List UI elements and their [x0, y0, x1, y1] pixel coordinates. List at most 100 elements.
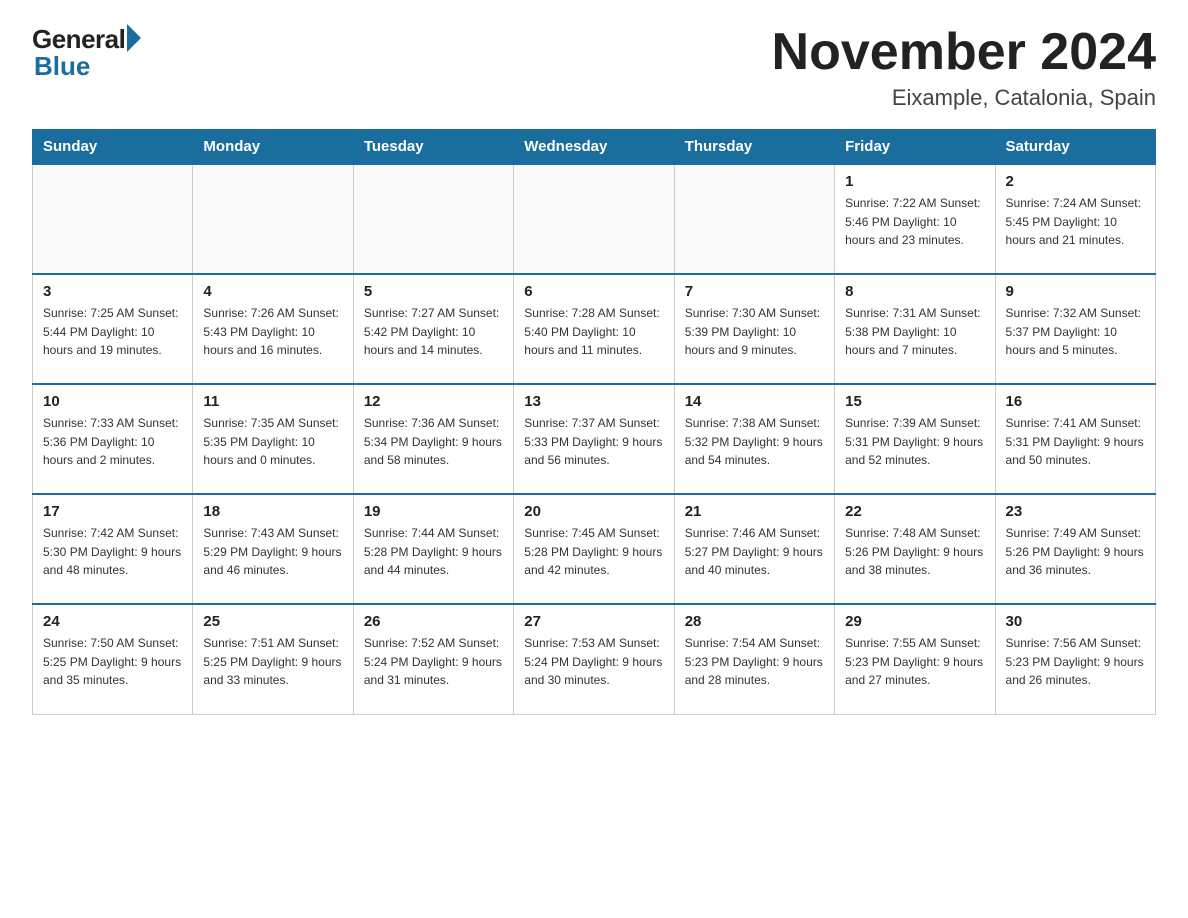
calendar-cell: 19 Sunrise: 7:44 AM Sunset: 5:28 PM Dayli… — [353, 494, 513, 604]
day-info: Sunrise: 7:53 AM Sunset: 5:24 PM Dayligh… — [524, 634, 663, 690]
day-info: Sunrise: 7:37 AM Sunset: 5:33 PM Dayligh… — [524, 414, 663, 470]
day-header-wednesday: Wednesday — [514, 130, 674, 165]
week-row-1: 1Sunrise: 7:22 AM Sunset: 5:46 PM Daylig… — [33, 164, 1156, 274]
calendar-cell: 10Sunrise: 7:33 AM Sunset: 5:36 PM Dayli… — [33, 384, 193, 494]
day-info: Sunrise: 7:27 AM Sunset: 5:42 PM Dayligh… — [364, 304, 503, 360]
day-header-saturday: Saturday — [995, 130, 1155, 165]
week-row-3: 10Sunrise: 7:33 AM Sunset: 5:36 PM Dayli… — [33, 384, 1156, 494]
day-info: Sunrise: 7:48 AM Sunset: 5:26 PM Dayligh… — [845, 524, 984, 580]
day-info: Sunrise: 7:46 AM Sunset: 5:27 PM Dayligh… — [685, 524, 824, 580]
day-number: 30 — [1006, 613, 1145, 630]
logo-blue-text: Blue — [34, 51, 90, 82]
day-number: 11 — [203, 393, 342, 410]
day-info: Sunrise: 7:51 AM Sunset: 5:25 PM Dayligh… — [203, 634, 342, 690]
calendar-cell: 28 Sunrise: 7:54 AM Sunset: 5:23 PM Dayli… — [674, 604, 834, 714]
calendar-cell: 18 Sunrise: 7:43 AM Sunset: 5:29 PM Dayli… — [193, 494, 353, 604]
day-number: 3 — [43, 283, 182, 300]
day-number: 5 — [364, 283, 503, 300]
month-title: November 2024 — [772, 24, 1156, 81]
page-header: General Blue November 2024 Eixample, Cat… — [32, 24, 1156, 111]
day-number: 9 — [1006, 283, 1145, 300]
calendar-cell: 21 Sunrise: 7:46 AM Sunset: 5:27 PM Dayli… — [674, 494, 834, 604]
day-number: 6 — [524, 283, 663, 300]
day-number: 1 — [845, 173, 984, 190]
day-info: Sunrise: 7:45 AM Sunset: 5:28 PM Dayligh… — [524, 524, 663, 580]
day-number: 8 — [845, 283, 984, 300]
day-number: 23 — [1006, 503, 1145, 520]
day-info: Sunrise: 7:36 AM Sunset: 5:34 PM Dayligh… — [364, 414, 503, 470]
day-info: Sunrise: 7:44 AM Sunset: 5:28 PM Dayligh… — [364, 524, 503, 580]
day-header-friday: Friday — [835, 130, 995, 165]
calendar-cell — [514, 164, 674, 274]
day-number: 18 — [203, 503, 342, 520]
day-info: Sunrise: 7:33 AM Sunset: 5:36 PM Dayligh… — [43, 414, 182, 470]
day-number: 15 — [845, 393, 984, 410]
day-info: Sunrise: 7:43 AM Sunset: 5:29 PM Dayligh… — [203, 524, 342, 580]
day-number: 21 — [685, 503, 824, 520]
week-row-4: 17Sunrise: 7:42 AM Sunset: 5:30 PM Dayli… — [33, 494, 1156, 604]
calendar-cell: 14 Sunrise: 7:38 AM Sunset: 5:32 PM Dayli… — [674, 384, 834, 494]
calendar-cell — [193, 164, 353, 274]
day-header-sunday: Sunday — [33, 130, 193, 165]
calendar-cell: 29 Sunrise: 7:55 AM Sunset: 5:23 PM Dayli… — [835, 604, 995, 714]
day-number: 17 — [43, 503, 182, 520]
title-area: November 2024 Eixample, Catalonia, Spain — [772, 24, 1156, 111]
calendar-cell: 5 Sunrise: 7:27 AM Sunset: 5:42 PM Daylig… — [353, 274, 513, 384]
day-info: Sunrise: 7:54 AM Sunset: 5:23 PM Dayligh… — [685, 634, 824, 690]
calendar-cell — [33, 164, 193, 274]
calendar-cell: 13 Sunrise: 7:37 AM Sunset: 5:33 PM Dayli… — [514, 384, 674, 494]
day-info: Sunrise: 7:25 AM Sunset: 5:44 PM Dayligh… — [43, 304, 182, 360]
calendar-cell — [353, 164, 513, 274]
logo: General Blue — [32, 24, 141, 82]
day-info: Sunrise: 7:52 AM Sunset: 5:24 PM Dayligh… — [364, 634, 503, 690]
day-header-tuesday: Tuesday — [353, 130, 513, 165]
day-number: 25 — [203, 613, 342, 630]
calendar-cell: 26 Sunrise: 7:52 AM Sunset: 5:24 PM Dayli… — [353, 604, 513, 714]
calendar-cell: 17Sunrise: 7:42 AM Sunset: 5:30 PM Dayli… — [33, 494, 193, 604]
day-number: 24 — [43, 613, 182, 630]
calendar-cell: 9Sunrise: 7:32 AM Sunset: 5:37 PM Daylig… — [995, 274, 1155, 384]
day-number: 22 — [845, 503, 984, 520]
day-header-thursday: Thursday — [674, 130, 834, 165]
logo-arrow-icon — [127, 24, 141, 52]
day-info: Sunrise: 7:26 AM Sunset: 5:43 PM Dayligh… — [203, 304, 342, 360]
calendar-cell: 24 Sunrise: 7:50 AM Sunset: 5:25 PM Dayli… — [33, 604, 193, 714]
day-number: 19 — [364, 503, 503, 520]
calendar-cell: 30Sunrise: 7:56 AM Sunset: 5:23 PM Dayli… — [995, 604, 1155, 714]
calendar-cell: 4 Sunrise: 7:26 AM Sunset: 5:43 PM Daylig… — [193, 274, 353, 384]
day-info: Sunrise: 7:30 AM Sunset: 5:39 PM Dayligh… — [685, 304, 824, 360]
day-info: Sunrise: 7:24 AM Sunset: 5:45 PM Dayligh… — [1006, 194, 1145, 250]
day-info: Sunrise: 7:41 AM Sunset: 5:31 PM Dayligh… — [1006, 414, 1145, 470]
day-number: 13 — [524, 393, 663, 410]
calendar-cell: 2 Sunrise: 7:24 AM Sunset: 5:45 PM Daylig… — [995, 164, 1155, 274]
location-subtitle: Eixample, Catalonia, Spain — [772, 85, 1156, 111]
day-number: 28 — [685, 613, 824, 630]
day-number: 26 — [364, 613, 503, 630]
day-number: 4 — [203, 283, 342, 300]
day-number: 2 — [1006, 173, 1145, 190]
calendar-cell: 15Sunrise: 7:39 AM Sunset: 5:31 PM Dayli… — [835, 384, 995, 494]
calendar-table: SundayMondayTuesdayWednesdayThursdayFrid… — [32, 129, 1156, 715]
calendar-cell: 16Sunrise: 7:41 AM Sunset: 5:31 PM Dayli… — [995, 384, 1155, 494]
day-headers-row: SundayMondayTuesdayWednesdayThursdayFrid… — [33, 130, 1156, 165]
day-info: Sunrise: 7:38 AM Sunset: 5:32 PM Dayligh… — [685, 414, 824, 470]
calendar-cell: 1Sunrise: 7:22 AM Sunset: 5:46 PM Daylig… — [835, 164, 995, 274]
week-row-5: 24 Sunrise: 7:50 AM Sunset: 5:25 PM Dayli… — [33, 604, 1156, 714]
day-header-monday: Monday — [193, 130, 353, 165]
day-number: 7 — [685, 283, 824, 300]
day-number: 29 — [845, 613, 984, 630]
calendar-cell: 20 Sunrise: 7:45 AM Sunset: 5:28 PM Dayli… — [514, 494, 674, 604]
day-info: Sunrise: 7:55 AM Sunset: 5:23 PM Dayligh… — [845, 634, 984, 690]
day-info: Sunrise: 7:50 AM Sunset: 5:25 PM Dayligh… — [43, 634, 182, 690]
day-number: 20 — [524, 503, 663, 520]
calendar-cell: 23 Sunrise: 7:49 AM Sunset: 5:26 PM Dayli… — [995, 494, 1155, 604]
day-info: Sunrise: 7:49 AM Sunset: 5:26 PM Dayligh… — [1006, 524, 1145, 580]
calendar-cell: 12Sunrise: 7:36 AM Sunset: 5:34 PM Dayli… — [353, 384, 513, 494]
day-info: Sunrise: 7:35 AM Sunset: 5:35 PM Dayligh… — [203, 414, 342, 470]
day-number: 27 — [524, 613, 663, 630]
calendar-cell: 8Sunrise: 7:31 AM Sunset: 5:38 PM Daylig… — [835, 274, 995, 384]
day-info: Sunrise: 7:28 AM Sunset: 5:40 PM Dayligh… — [524, 304, 663, 360]
calendar-cell — [674, 164, 834, 274]
calendar-cell: 25 Sunrise: 7:51 AM Sunset: 5:25 PM Dayli… — [193, 604, 353, 714]
day-number: 14 — [685, 393, 824, 410]
